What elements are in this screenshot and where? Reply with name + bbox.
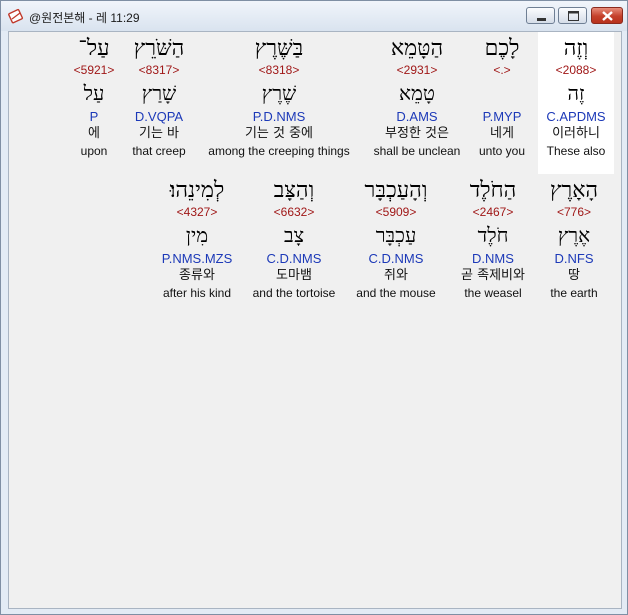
lemma: שָׁרַץ (141, 81, 177, 105)
korean-gloss: 쥐와 (384, 268, 408, 283)
english-gloss: and the mouse (356, 286, 436, 300)
word-cell[interactable]: לְמִינֵהוּ׃ <4327> מִין P.NMS.MZS 종류와 af… (155, 178, 239, 301)
word-cell[interactable]: הָאָרֶץ <776> אֶרֶץ D.NFS 땅 the earth (539, 178, 609, 301)
korean-gloss: 기는 바 (138, 126, 179, 141)
hebrew-word[interactable]: הַשֹּׁרֵץ (125, 36, 193, 62)
hebrew-word[interactable]: עַל־ (69, 36, 119, 62)
lemma: עַכְבָּר (375, 223, 417, 247)
bible-app-icon (8, 8, 24, 24)
english-gloss: that creep (132, 144, 186, 158)
lemma: זֶה (567, 81, 585, 105)
word-cell[interactable]: הַחֹלֶד <2467> חֹלֶד D.NMS 곧 족제비와 the we… (451, 178, 535, 301)
lemma: חֹלֶד (477, 223, 509, 247)
lemma: עַל (83, 81, 105, 105)
english-gloss: upon (80, 144, 108, 158)
strong-number[interactable]: <2467> (451, 204, 535, 220)
hebrew-word[interactable]: לָכֶם (471, 36, 533, 62)
english-gloss: the earth (550, 286, 598, 300)
window-title: @원전본해 - 레 11:29 (29, 11, 140, 25)
word-cell[interactable]: עַל־ <5921> עַל P 에 upon (69, 36, 119, 159)
word-cell[interactable]: לָכֶם <.> P.MYP 네게 unto you (471, 36, 533, 159)
strong-number[interactable]: <4327> (155, 204, 239, 220)
word-cell[interactable]: בַּשֶּׁרֶץ <8318> שֶׁרֶץ P.D.NMS 기는 것 중에… (199, 36, 359, 159)
english-gloss: the weasel (464, 286, 522, 300)
english-gloss: unto you (478, 144, 526, 158)
minimize-icon (537, 18, 546, 21)
app-window: @원전본해 - 레 11:29 וְזֶה <2088> זֶה C.APDMS (0, 0, 628, 615)
hebrew-word[interactable]: הָאָרֶץ (539, 178, 609, 204)
korean-gloss: 에 (88, 126, 100, 141)
strong-number[interactable]: <5921> (69, 62, 119, 78)
morphology: C.D.NMS (368, 251, 424, 266)
korean-gloss: 네게 (490, 126, 514, 141)
lemma (471, 78, 533, 108)
hebrew-word[interactable]: וְהָעַכְבָּר (349, 178, 443, 204)
morphology: C.APDMS (546, 109, 606, 124)
morphology: D.NFS (554, 251, 594, 266)
word-cell[interactable]: הַשֹּׁרֵץ <8317> שָׁרַץ D.VQPA 기는 바 that… (125, 36, 193, 159)
korean-gloss: 도마뱀 (276, 268, 312, 283)
morphology: C.D.NMS (266, 251, 322, 266)
hebrew-word[interactable]: בַּשֶּׁרֶץ (199, 36, 359, 62)
korean-gloss: 기는 것 중에 (244, 126, 314, 141)
strong-number[interactable]: <8317> (125, 62, 193, 78)
strong-number[interactable]: <8318> (199, 62, 359, 78)
morphology: D.VQPA (134, 109, 184, 124)
korean-gloss: 땅 (568, 268, 580, 283)
hebrew-word[interactable]: וְהַצָּב (247, 178, 341, 204)
strong-number[interactable]: <2931> (367, 62, 467, 78)
maximize-button[interactable] (558, 7, 587, 24)
hebrew-word[interactable]: לְמִינֵהוּ׃ (155, 178, 239, 204)
english-gloss: These also (546, 144, 606, 158)
strong-number[interactable]: <2088> (538, 62, 614, 78)
english-gloss: after his kind (162, 286, 232, 300)
lemma: צָב (283, 223, 305, 247)
strong-number[interactable]: <6632> (247, 204, 341, 220)
word-cell[interactable]: הַטָּמֵא <2931> טָמֵא D.AMS 부정한 것은 shall… (367, 36, 467, 159)
strong-number[interactable]: <5909> (349, 204, 443, 220)
hebrew-word[interactable]: הַטָּמֵא (367, 36, 467, 62)
interlinear-panel: וְזֶה <2088> זֶה C.APDMS 이러하니 These also… (8, 31, 622, 609)
lemma: שֶׁרֶץ (261, 81, 297, 105)
lemma: מִין (185, 223, 209, 247)
hebrew-word[interactable]: וְזֶה (538, 36, 614, 62)
maximize-icon (568, 11, 579, 21)
korean-gloss: 종류와 (179, 268, 215, 283)
strong-number[interactable]: <.> (471, 62, 533, 78)
morphology: P.NMS.MZS (161, 251, 233, 266)
morphology: P.MYP (482, 109, 522, 124)
hebrew-word[interactable]: הַחֹלֶד (451, 178, 535, 204)
morphology: D.NMS (472, 251, 514, 266)
korean-gloss: 이러하니 (552, 126, 600, 141)
minimize-button[interactable] (526, 7, 555, 24)
close-icon (602, 11, 613, 21)
morphology: P.D.NMS (252, 109, 306, 124)
korean-gloss: 부정한 것은 (385, 126, 449, 141)
morphology: P (89, 109, 99, 124)
lemma: טָמֵא (399, 81, 435, 105)
english-gloss: shall be unclean (373, 144, 461, 158)
korean-gloss: 곧 족제비와 (461, 268, 525, 283)
word-cell[interactable]: וְהָעַכְבָּר <5909> עַכְבָּר C.D.NMS 쥐와 … (349, 178, 443, 301)
word-cell[interactable]: וְהַצָּב <6632> צָב C.D.NMS 도마뱀 and the … (247, 178, 341, 301)
title-bar[interactable]: @원전본해 - 레 11:29 (1, 1, 627, 31)
word-cell[interactable]: וְזֶה <2088> זֶה C.APDMS 이러하니 These also (538, 32, 614, 174)
lemma: אֶרֶץ (557, 223, 591, 247)
strong-number[interactable]: <776> (539, 204, 609, 220)
close-button[interactable] (591, 7, 623, 24)
english-gloss: and the tortoise (252, 286, 336, 300)
morphology: D.AMS (396, 109, 438, 124)
english-gloss: among the creeping things (208, 144, 350, 158)
